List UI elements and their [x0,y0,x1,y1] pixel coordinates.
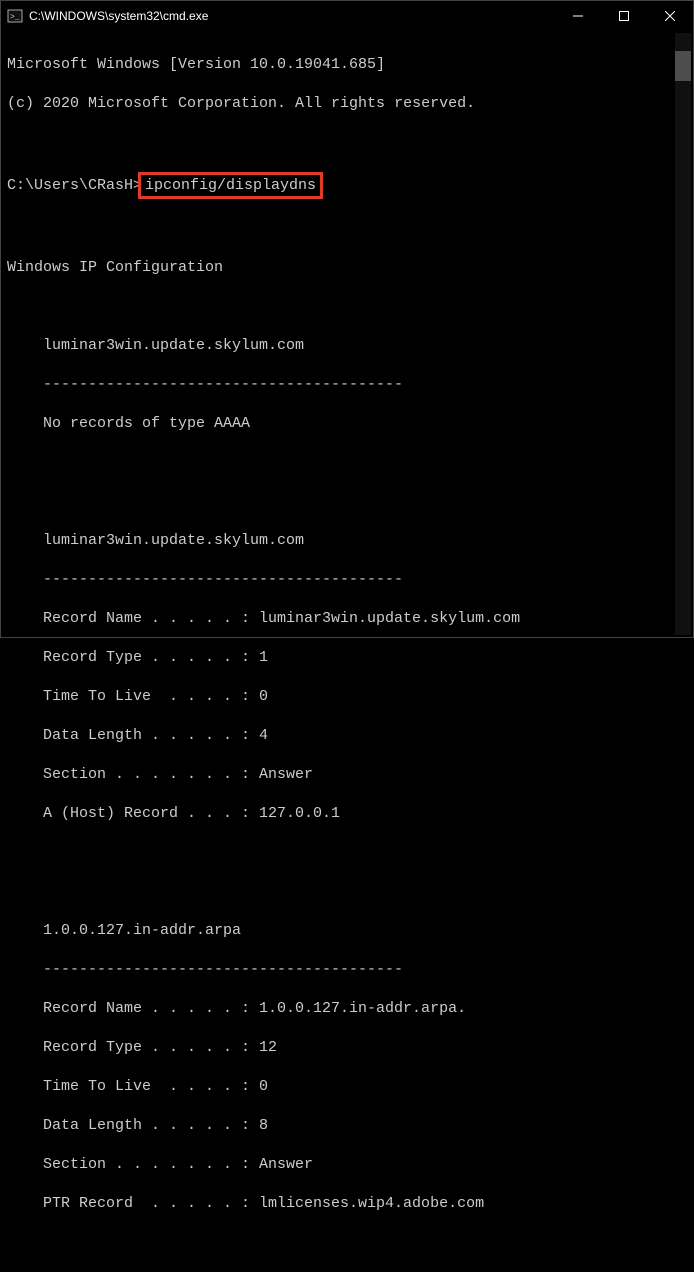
dns-field: PTR Record . . . . . : lmlicenses.wip4.a… [7,1194,687,1214]
window-title: C:\WINDOWS\system32\cmd.exe [29,9,555,23]
copyright-line: (c) 2020 Microsoft Corporation. All righ… [7,94,687,114]
close-button[interactable] [647,1,693,31]
cmd-icon: >_ [7,8,23,24]
dns-host: luminar3win.update.skylum.com [7,336,687,356]
dns-host: luminar3win.update.skylum.com [7,531,687,551]
separator-line: ---------------------------------------- [7,960,687,980]
dns-field: A (Host) Record . . . : 127.0.0.1 [7,804,687,824]
dns-field: Data Length . . . . . : 4 [7,726,687,746]
separator-line: ---------------------------------------- [7,570,687,590]
scrollbar[interactable] [675,33,691,635]
dns-field: Time To Live . . . . : 0 [7,687,687,707]
ip-config-header: Windows IP Configuration [7,258,687,278]
terminal-output[interactable]: Microsoft Windows [Version 10.0.19041.68… [1,31,693,637]
titlebar[interactable]: >_ C:\WINDOWS\system32\cmd.exe [1,1,693,31]
dns-message: No records of type AAAA [7,414,687,434]
dns-host: 1.0.0.127.in-addr.arpa [7,921,687,941]
dns-field: Record Type . . . . . : 12 [7,1038,687,1058]
maximize-button[interactable] [601,1,647,31]
separator-line: ---------------------------------------- [7,375,687,395]
dns-field: Record Name . . . . . : luminar3win.upda… [7,609,687,629]
os-version-line: Microsoft Windows [Version 10.0.19041.68… [7,55,687,75]
svg-text:>_: >_ [10,13,20,22]
command-highlight: ipconfig/displaydns [138,172,323,200]
dns-field: Section . . . . . . . : Answer [7,1155,687,1175]
window-controls [555,1,693,31]
dns-field: Data Length . . . . . : 8 [7,1116,687,1136]
prompt-line: C:\Users\CRasH>ipconfig/displaydns [7,172,687,200]
dns-field: Record Name . . . . . : 1.0.0.127.in-add… [7,999,687,1019]
command-text: ipconfig/displaydns [145,177,316,194]
minimize-button[interactable] [555,1,601,31]
dns-field: Record Type . . . . . : 1 [7,648,687,668]
dns-field: Section . . . . . . . : Answer [7,765,687,785]
scrollbar-thumb[interactable] [675,51,691,81]
prompt-path: C:\Users\CRasH> [7,177,142,194]
dns-field: Time To Live . . . . : 0 [7,1077,687,1097]
